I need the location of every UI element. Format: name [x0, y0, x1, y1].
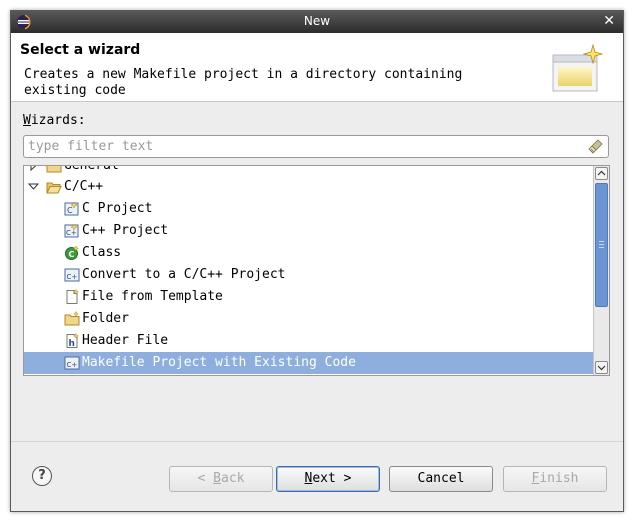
close-icon[interactable]: ✕: [603, 13, 615, 29]
cancel-button[interactable]: Cancel: [389, 466, 493, 492]
tree-item-file-from-template[interactable]: File from Template: [24, 286, 593, 308]
class-icon: C: [65, 245, 79, 260]
wizard-header: Select a wizard Creates a new Makefile p…: [11, 33, 623, 102]
tree-item-class[interactable]: C Class: [24, 242, 593, 264]
tree-item-folder[interactable]: Folder: [24, 308, 593, 330]
tree-item-header-file[interactable]: h Header File: [24, 330, 593, 352]
svg-text:C+: C+: [67, 273, 78, 281]
wizards-label: Wizards:: [23, 113, 86, 128]
page-title: Select a wizard: [20, 42, 141, 58]
cpp-project-icon: C+: [64, 223, 79, 238]
filter-field[interactable]: [23, 135, 609, 158]
tree-item-cpp-project[interactable]: C+ C++ Project: [24, 220, 593, 242]
svg-text:C+: C+: [66, 229, 77, 237]
page-description: Creates a new Makefile project in a dire…: [24, 67, 463, 98]
finish-button[interactable]: Finish: [503, 466, 607, 492]
file-icon: [66, 289, 79, 304]
filter-input[interactable]: [28, 138, 588, 155]
makefile-project-icon: C+: [64, 356, 80, 370]
svg-text:C: C: [69, 250, 75, 259]
new-wizard-banner-icon: [552, 43, 604, 92]
folder-icon: [64, 311, 80, 326]
scroll-thumb[interactable]: [595, 183, 608, 307]
footer-separator: [11, 441, 623, 442]
wizard-tree-viewport: General C/C++ C C Project C+ C++ Project…: [24, 166, 593, 375]
svg-text:h: h: [69, 339, 75, 349]
c-project-icon: C: [64, 201, 79, 216]
folder-open-icon: [46, 182, 62, 194]
tree-item-cpp-category[interactable]: C/C++: [24, 176, 593, 198]
header-file-icon: h: [66, 333, 79, 349]
help-button[interactable]: ?: [32, 466, 52, 486]
tree-item-c-project[interactable]: C C Project: [24, 198, 593, 220]
title-bar: New ✕: [11, 11, 623, 33]
folder-icon: [46, 166, 62, 173]
new-wizard-dialog: New ✕ Select a wizard Creates a new Make…: [10, 10, 624, 512]
svg-text:C+: C+: [67, 361, 78, 369]
chevron-down-icon: [597, 365, 606, 371]
scroll-down-button[interactable]: [595, 361, 608, 374]
window-title: New: [303, 14, 331, 28]
back-button[interactable]: < Back: [169, 466, 273, 492]
grip-icon: [599, 241, 604, 248]
scroll-up-button[interactable]: [595, 167, 608, 180]
chevron-right-icon[interactable]: [28, 166, 39, 171]
next-button[interactable]: Next >: [276, 466, 380, 492]
svg-text:C: C: [67, 206, 73, 215]
chevron-down-icon[interactable]: [28, 181, 39, 192]
clear-filter-icon[interactable]: [588, 138, 604, 154]
convert-icon: C+: [64, 268, 80, 282]
wizard-tree[interactable]: General C/C++ C C Project C+ C++ Project…: [23, 165, 610, 376]
tree-item-convert[interactable]: C+ Convert to a C/C++ Project: [24, 264, 593, 286]
tree-scrollbar[interactable]: [593, 166, 609, 375]
tree-item-makefile-project[interactable]: C+ Makefile Project with Existing Code: [24, 352, 593, 374]
chevron-up-icon: [597, 170, 606, 176]
